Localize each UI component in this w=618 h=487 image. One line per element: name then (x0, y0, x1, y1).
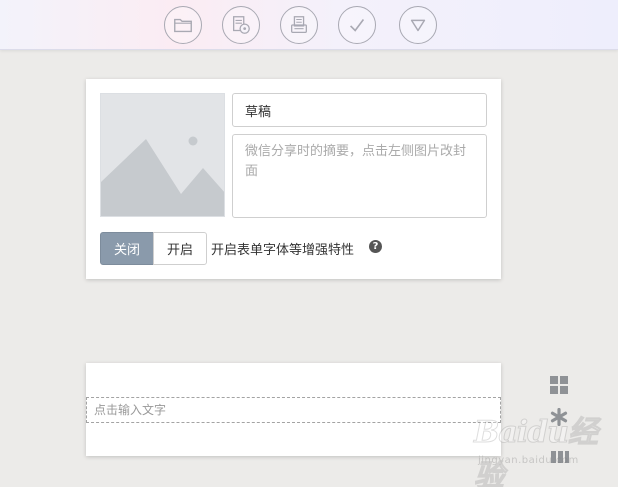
summary-textarea[interactable] (232, 134, 487, 218)
grid-icon[interactable] (549, 375, 569, 395)
asterisk-icon[interactable] (550, 408, 568, 426)
triangle-down-icon (410, 19, 426, 32)
article-meta-card: 关闭 开启 开启表单字体等增强特性 ? (86, 79, 501, 279)
top-toolbar (0, 0, 618, 50)
dropdown-button[interactable] (399, 6, 437, 44)
toggle-off-button[interactable]: 关闭 (100, 232, 154, 265)
folder-button[interactable] (164, 6, 202, 44)
cover-image[interactable] (100, 93, 225, 217)
text-input-block[interactable]: 点击输入文字 (86, 397, 501, 423)
media-library-icon (233, 16, 250, 34)
print-icon (291, 16, 307, 33)
text-block-card: 点击输入文字 (86, 363, 501, 456)
bar-icon[interactable] (550, 450, 570, 464)
title-input[interactable] (232, 93, 487, 127)
enhance-feature-label: 开启表单字体等增强特性 (211, 243, 355, 258)
image-placeholder-icon (101, 94, 224, 216)
help-icon[interactable]: ? (369, 240, 382, 253)
toggle-on-button[interactable]: 开启 (153, 232, 207, 265)
media-library-button[interactable] (222, 6, 260, 44)
check-icon (349, 19, 365, 32)
folder-icon (174, 18, 192, 33)
print-button[interactable] (280, 6, 318, 44)
confirm-button[interactable] (338, 6, 376, 44)
